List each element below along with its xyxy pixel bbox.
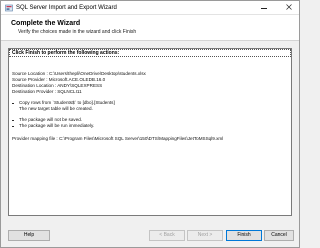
- sql-server-icon: [5, 4, 13, 12]
- summary-line-mapping-file: Provider mapping file : C:\Program Files…: [12, 136, 224, 141]
- cancel-button[interactable]: Cancel: [264, 230, 294, 241]
- summary-line-destination-provider: Destination Provider : SQLNCLI11: [12, 89, 82, 94]
- summary-bullet-copy-rows-detail: The new target table will be created.: [19, 106, 93, 111]
- summary-bullet-run-immediately: The package will be run immediately.: [19, 123, 95, 128]
- minimize-icon: [261, 8, 267, 9]
- help-button[interactable]: Help: [8, 230, 50, 241]
- back-button[interactable]: < Back: [149, 230, 185, 241]
- close-button[interactable]: [280, 1, 298, 14]
- page-title: Complete the Wizard: [11, 20, 81, 27]
- next-button[interactable]: Next >: [187, 230, 223, 241]
- bullet-icon: [12, 102, 14, 105]
- bullet-icon: [12, 119, 14, 122]
- summary-header-text: Click Finish to perform the following ac…: [12, 50, 120, 56]
- title-bar[interactable]: SQL Server Import and Export Wizard: [1, 1, 299, 15]
- wizard-header: Complete the Wizard Verify the choices m…: [1, 15, 299, 41]
- window-title: SQL Server Import and Export Wizard: [16, 5, 117, 11]
- minimize-button[interactable]: [257, 1, 271, 14]
- finish-button[interactable]: Finish: [226, 230, 262, 241]
- close-icon: [286, 4, 292, 10]
- page-subtitle: Verify the choices made in the wizard an…: [18, 29, 137, 35]
- bullet-icon: [12, 125, 14, 128]
- summary-header: Click Finish to perform the following ac…: [9, 49, 291, 57]
- summary-textbox[interactable]: Click Finish to perform the following ac…: [8, 48, 292, 216]
- wizard-window: SQL Server Import and Export Wizard Comp…: [0, 0, 300, 248]
